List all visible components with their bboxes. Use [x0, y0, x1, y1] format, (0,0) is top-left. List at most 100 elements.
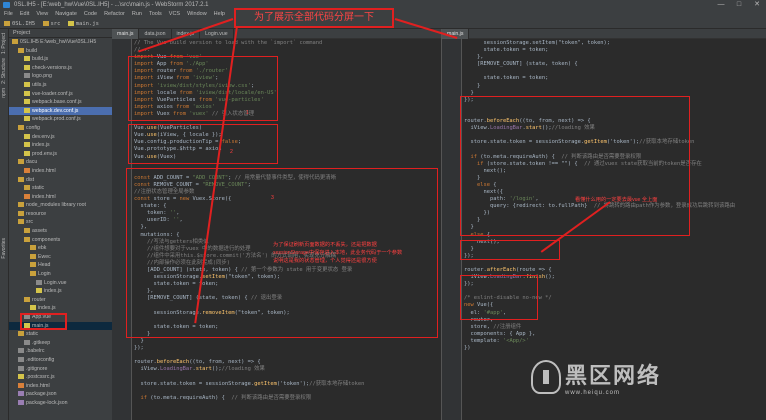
project-tree: 0SL.IH5 E:\web_hw\Vue\0SL.IH5build build.… — [9, 38, 112, 408]
tree-item[interactable]: package.json — [9, 390, 112, 399]
tree-item[interactable]: webpack.prod.conf.js — [9, 115, 112, 124]
breadcrumb-item[interactable]: src — [42, 19, 60, 29]
folder-icon — [18, 331, 24, 337]
tree-item[interactable]: config — [9, 124, 112, 133]
tree-item[interactable]: index.js — [9, 287, 112, 296]
annotation-note: 为了保证刷新页面数据的不丢失，还是把数据 — [273, 242, 377, 248]
tree-item-label: build.js — [32, 56, 49, 63]
tree-item[interactable]: assets — [9, 227, 112, 236]
menu-item-tools[interactable]: Tools — [149, 11, 162, 17]
editor-tabs-right: main.js — [442, 29, 766, 39]
tree-item[interactable]: build — [9, 47, 112, 56]
menu-item-edit[interactable]: Edit — [20, 11, 29, 17]
minimize-button[interactable]: — — [712, 0, 730, 10]
tree-item-label: package.json — [26, 391, 57, 398]
js-file-icon — [24, 150, 30, 156]
menu-item-navigate[interactable]: Navigate — [55, 11, 77, 17]
tree-item[interactable]: Login.vue — [9, 279, 112, 288]
js-file-icon — [24, 116, 30, 122]
tree-item[interactable]: check-versions.js — [9, 64, 112, 73]
code-line: store.state.token = sessionStorage.getIt… — [134, 381, 439, 388]
tree-item[interactable]: 0SL.IH5 E:\web_hw\Vue\0SL.IH5 — [9, 38, 112, 47]
editor-tab[interactable]: Login.vue — [200, 29, 234, 39]
code-token: state.token = token; — [464, 75, 549, 82]
tree-item[interactable]: resource — [9, 210, 112, 219]
breadcrumb-item[interactable]: 0SL.IH5 — [4, 19, 35, 29]
tree-item[interactable]: .babelrc — [9, 347, 112, 356]
tree-item[interactable]: static — [9, 330, 112, 339]
project-tool-button[interactable]: 1: Project — [1, 33, 7, 54]
breadcrumb-item[interactable]: main.js — [67, 19, 99, 29]
tree-item[interactable]: prod.env.js — [9, 150, 112, 159]
tree-item[interactable]: Login — [9, 270, 112, 279]
tree-item[interactable]: router — [9, 296, 112, 305]
menu-item-window[interactable]: Window — [187, 11, 207, 17]
favorites-tool-button[interactable]: Favorites — [1, 238, 7, 259]
tree-item[interactable]: src — [9, 218, 112, 227]
file-file-icon — [24, 339, 30, 345]
editor-tab[interactable]: main.js — [112, 29, 140, 39]
tree-item[interactable]: index.js — [9, 304, 112, 313]
tree-item[interactable]: dev.env.js — [9, 133, 112, 142]
code-line: components: { App }, — [464, 331, 764, 338]
tree-item[interactable]: vue-loader.conf.js — [9, 90, 112, 99]
watermark: 黑区网络 www.heiqu.com — [531, 358, 755, 408]
tree-item[interactable]: Ewec — [9, 253, 112, 262]
menu-item-file[interactable]: File — [4, 11, 13, 17]
code-token: store, — [464, 323, 494, 330]
folder-icon — [30, 253, 36, 259]
tree-item[interactable]: dist — [9, 176, 112, 185]
code-token: sessionStorage.setItem("token", token); — [464, 40, 611, 46]
tree-item-label: package-lock.json — [26, 399, 68, 406]
tree-item[interactable]: .gitignore — [9, 365, 112, 374]
tree-item[interactable]: utils.js — [9, 81, 112, 90]
menu-item-vcs[interactable]: VCS — [169, 11, 180, 17]
tree-item[interactable]: build.js — [9, 55, 112, 64]
tree-item-label: webpack.prod.conf.js — [32, 116, 81, 123]
tree-item[interactable]: .editorconfig — [9, 356, 112, 365]
tree-item-label: ebk — [38, 245, 47, 252]
npm-tool-button[interactable]: npm — [1, 88, 7, 98]
menu-item-code[interactable]: Code — [84, 11, 97, 17]
annotation-note: 说明这是我的状态管理，个人觉得还是很方便 — [273, 258, 377, 264]
structure-tool-button[interactable]: 2: Structure — [1, 58, 7, 84]
tree-item[interactable]: index.html — [9, 167, 112, 176]
editor-tab[interactable]: data.json — [139, 29, 172, 39]
code-line: state.token = token; — [464, 75, 764, 82]
tree-item[interactable]: webpack.dev.conf.js — [9, 106, 112, 116]
tree-item[interactable]: webpack.base.conf.js — [9, 98, 112, 107]
tree-item[interactable]: .postcssrc.js — [9, 373, 112, 382]
tree-item[interactable]: Head — [9, 261, 112, 270]
tree-item-label: resource — [26, 210, 47, 217]
tree-item[interactable]: package-lock.json — [9, 399, 112, 408]
tree-item[interactable]: index.html — [9, 193, 112, 202]
code-token: // 判断该路由是否需要登录权限 — [231, 394, 312, 401]
tree-item[interactable]: node_modules library root — [9, 201, 112, 210]
tree-item-label: .babelrc — [26, 348, 45, 355]
tree-item[interactable]: .gitkeep — [9, 339, 112, 348]
tree-item[interactable]: logo.png — [9, 72, 112, 81]
tree-item[interactable]: static — [9, 184, 112, 193]
folder-icon — [18, 176, 24, 182]
annotation-note: sessionStorage中保存进入本地，此业务代码于一个参数 — [273, 250, 403, 256]
html-file-icon — [24, 167, 30, 173]
html-file-icon — [18, 382, 24, 388]
menu-item-view[interactable]: View — [36, 11, 48, 17]
tree-item[interactable]: components — [9, 236, 112, 245]
folder-icon — [18, 47, 24, 53]
code-line: template: '<App/>' — [464, 338, 764, 345]
code-token: LoadingBar — [159, 366, 193, 373]
menu-item-help[interactable]: Help — [214, 11, 225, 17]
code-token: }) — [464, 345, 471, 352]
annotation-box-imports — [128, 56, 278, 121]
menu-item-run[interactable]: Run — [132, 11, 142, 17]
menu-item-refactor[interactable]: Refactor — [104, 11, 125, 17]
tree-item[interactable]: ebk — [9, 244, 112, 253]
tree-item[interactable]: index.js — [9, 141, 112, 150]
close-button[interactable]: ✕ — [748, 0, 766, 10]
tree-item[interactable]: dacu — [9, 158, 112, 167]
tree-item-label: 0SL.IH5 E:\web_hw\Vue\0SL.IH5 — [20, 39, 97, 45]
tree-item[interactable]: index.html — [9, 382, 112, 391]
maximize-button[interactable]: □ — [730, 0, 748, 10]
